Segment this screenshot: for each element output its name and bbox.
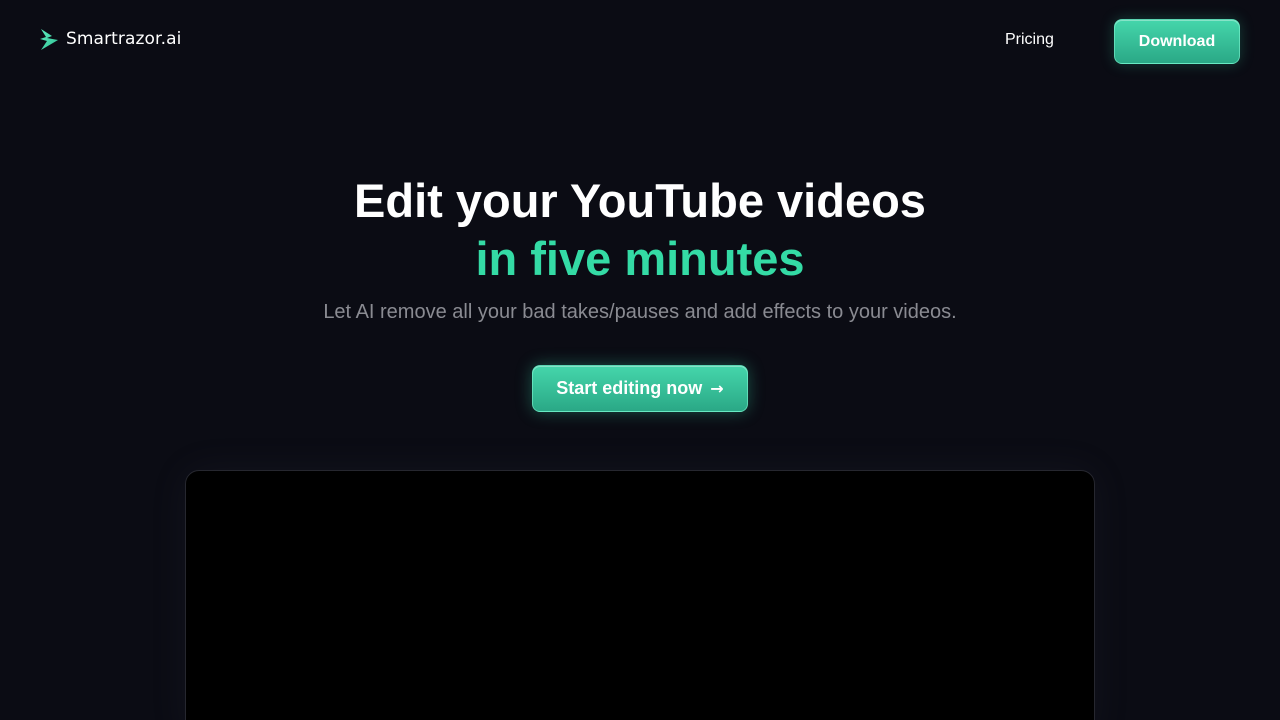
start-editing-label: Start editing now [556, 378, 703, 398]
start-editing-button[interactable]: Start editing now → [532, 365, 748, 412]
hero-title-line-1: Edit your YouTube videos [354, 174, 926, 227]
lightning-bolt-icon [40, 29, 58, 50]
download-button[interactable]: Download [1114, 19, 1240, 64]
hero-subtitle: Let AI remove all your bad takes/pauses … [323, 301, 957, 323]
video-preview[interactable] [185, 470, 1095, 720]
nav-pricing-link[interactable]: Pricing [1005, 31, 1054, 49]
landing-page: Smartrazor.ai Pricing Download Edit your… [0, 0, 1280, 720]
site-header: Smartrazor.ai Pricing Download [0, 0, 1280, 80]
hero-title-line-2: in five minutes [475, 232, 805, 285]
brand-name: Smartrazor.ai [66, 29, 182, 49]
brand-logo-link[interactable]: Smartrazor.ai [38, 27, 181, 51]
hero-title: Edit your YouTube videos in five minutes [0, 172, 1280, 288]
arrow-right-icon: → [710, 379, 724, 398]
